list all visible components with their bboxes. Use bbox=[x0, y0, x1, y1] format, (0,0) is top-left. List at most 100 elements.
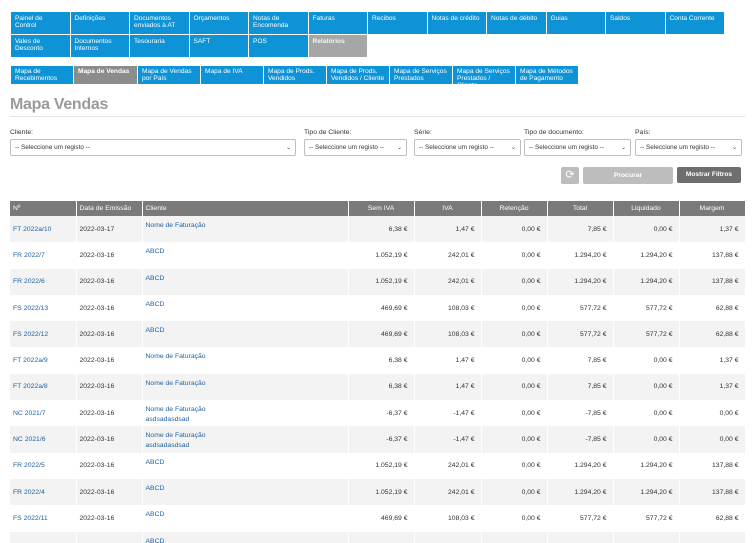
tab-mapa-de-vendas-por-pais[interactable]: Mapa de Vendas por País bbox=[138, 66, 200, 84]
tab-mapa-de-metodos-de-pagamento[interactable]: Mapa de Métodos de Pagamento bbox=[516, 66, 578, 84]
client-cell[interactable]: ABCD bbox=[142, 321, 349, 348]
document-number-link[interactable]: FT 2022a/8 bbox=[10, 373, 77, 401]
client-cell[interactable]: Nome de Faturação asdsadasdsad bbox=[142, 426, 349, 453]
nav-item-recibos[interactable]: Recibos bbox=[368, 12, 428, 34]
client-cell[interactable]: Nome de Faturação bbox=[142, 347, 349, 374]
client-name[interactable]: ABCD bbox=[146, 247, 345, 257]
client-name[interactable]: Nome de Faturação bbox=[146, 352, 345, 362]
mostrar-filtros-button[interactable]: Mostrar Filtros bbox=[677, 167, 741, 183]
tab-mapa-de-prods-vendidos-cliente[interactable]: Mapa de Prods. Vendidos / Cliente bbox=[327, 66, 389, 84]
document-number-link[interactable]: FR 2022/7 bbox=[10, 242, 77, 269]
cliente-select[interactable]: -- Seleccione um registo -- ⌄ bbox=[10, 139, 296, 156]
column-header-iva[interactable]: IVA bbox=[414, 201, 482, 216]
column-header-data-de-emissao[interactable]: Data de Emissão bbox=[76, 201, 143, 216]
pais-select[interactable]: -- Seleccione um registo -- ⌄ bbox=[635, 139, 742, 156]
table-row[interactable]: NC 2021/7 2022-03-16 Nome de Faturação asds… bbox=[10, 400, 746, 427]
nav-item-conta-corrente[interactable]: Conta Corrente bbox=[665, 12, 725, 34]
tab-mapa-de-servicos-prestados[interactable]: Mapa de Serviços Prestados bbox=[390, 66, 452, 84]
table-row[interactable]: NC 2021/6 2022-03-16 Nome de Faturação asds… bbox=[10, 426, 746, 453]
table-row[interactable]: FS 2022/12 2022-03-16 ABCD 469,69 €108,03 €… bbox=[10, 321, 746, 348]
nav-item-guias[interactable]: Guias bbox=[546, 12, 606, 34]
client-name[interactable]: ABCD bbox=[146, 326, 345, 336]
table-row[interactable]: ABCD bbox=[10, 531, 746, 543]
table-row[interactable]: FS 2022/13 2022-03-16 ABCD 469,69 €108,03 €… bbox=[10, 294, 746, 322]
client-name[interactable]: ABCD bbox=[146, 300, 345, 310]
client-name[interactable]: ABCD bbox=[146, 537, 345, 543]
document-number-link[interactable]: FR 2022/6 bbox=[10, 268, 77, 295]
table-row[interactable]: FT 2022a/9 2022-03-16 Nome de Faturação 6,3… bbox=[10, 347, 746, 374]
client-name[interactable]: ABCD bbox=[146, 510, 345, 520]
liquidado-cell: 577,72 € bbox=[613, 294, 680, 322]
serie-select[interactable]: -- Seleccione um registo -- ⌄ bbox=[414, 139, 521, 156]
column-header-retencao[interactable]: Retenção bbox=[481, 201, 548, 216]
tab-mapa-de-iva[interactable]: Mapa de IVA bbox=[201, 66, 263, 84]
document-number-link[interactable]: NC 2021/7 bbox=[10, 400, 77, 427]
nav-item-faturas[interactable]: Faturas bbox=[308, 12, 368, 34]
table-row[interactable]: FR 2022/6 2022-03-16 ABCD 1.052,19 €242,01 … bbox=[10, 268, 746, 295]
nav-item-saldos[interactable]: Saldos bbox=[606, 12, 666, 34]
column-header-n[interactable]: Nº bbox=[10, 201, 77, 216]
nav-item-relatorios[interactable]: Relatórios bbox=[308, 35, 368, 57]
nav-item-documentos-internos[interactable]: Documentos Internos bbox=[70, 35, 130, 57]
tab-mapa-de-prods-vendidos[interactable]: Mapa de Prods. Vendidos bbox=[264, 66, 326, 84]
document-number-link[interactable]: FS 2022/13 bbox=[10, 294, 77, 322]
tab-mapa-de-servicos-prestados-cliente[interactable]: Mapa de Serviços Prestados / Cliente bbox=[453, 66, 515, 84]
table-row[interactable]: FR 2022/5 2022-03-16 ABCD 1.052,19 €242,01 … bbox=[10, 452, 746, 479]
document-number-link[interactable]: FR 2022/4 bbox=[10, 478, 77, 506]
client-cell[interactable]: ABCD bbox=[142, 452, 349, 479]
document-number-link[interactable]: NC 2021/6 bbox=[10, 426, 77, 453]
client-name[interactable]: ABCD bbox=[146, 274, 345, 284]
client-name[interactable]: ABCD bbox=[146, 458, 345, 468]
client-name[interactable]: ABCD bbox=[146, 484, 345, 494]
table-row[interactable]: FR 2022/4 2022-03-16 ABCD 1.052,19 €242,01 … bbox=[10, 478, 746, 506]
nav-item-painel-de-control[interactable]: Painel de Control bbox=[11, 12, 71, 34]
client-cell[interactable]: Nome de Faturação asdsadasdsad bbox=[142, 400, 349, 427]
client-name[interactable]: Nome de Faturação bbox=[146, 379, 345, 389]
client-name[interactable]: Nome de Faturação bbox=[146, 405, 345, 415]
client-cell[interactable]: ABCD bbox=[142, 478, 349, 506]
client-cell[interactable]: ABCD bbox=[142, 531, 349, 543]
client-cell[interactable]: ABCD bbox=[142, 268, 349, 295]
column-header-margem[interactable]: Margem bbox=[679, 201, 746, 216]
table-row[interactable]: FT 2022a/8 2022-03-16 Nome de Faturação 6,3… bbox=[10, 373, 746, 401]
client-name[interactable]: Nome de Faturação bbox=[146, 221, 345, 231]
client-cell[interactable]: Nome de Faturação bbox=[142, 216, 349, 243]
tipo-cliente-select[interactable]: -- Seleccione um registo -- ⌄ bbox=[304, 139, 407, 156]
column-header-cliente[interactable]: Cliente bbox=[142, 201, 349, 216]
document-number-link[interactable]: FS 2022/11 bbox=[10, 505, 77, 532]
column-header-liquidado[interactable]: Liquidado bbox=[613, 201, 680, 216]
nav-item-notas-de-encomenda[interactable]: Notas de Encomenda bbox=[249, 12, 309, 34]
nav-item-saft[interactable]: SAFT bbox=[189, 35, 249, 57]
title-divider bbox=[10, 116, 745, 117]
nav-item-tesouraria[interactable]: Tesouraria bbox=[130, 35, 190, 57]
client-name[interactable]: Nome de Faturação bbox=[146, 431, 345, 441]
procurar-button[interactable]: Procurar bbox=[583, 167, 673, 184]
document-number-link[interactable]: FT 2022a/9 bbox=[10, 347, 77, 374]
tab-mapa-de-recebimentos[interactable]: Mapa de Recebimentos bbox=[11, 66, 73, 84]
chevron-down-icon: ⌄ bbox=[620, 145, 626, 151]
client-cell[interactable]: ABCD bbox=[142, 505, 349, 532]
document-number-link[interactable]: FT 2022a/10 bbox=[10, 216, 77, 243]
client-cell[interactable]: Nome de Faturação bbox=[142, 373, 349, 401]
column-header-total[interactable]: Total bbox=[547, 201, 614, 216]
client-cell[interactable]: ABCD bbox=[142, 242, 349, 269]
table-row[interactable]: FR 2022/7 2022-03-16 ABCD 1.052,19 €242,01 … bbox=[10, 242, 746, 269]
nav-item-definicoes[interactable]: Definições bbox=[70, 12, 130, 34]
document-number-link[interactable]: FR 2022/5 bbox=[10, 452, 77, 479]
nav-item-pos[interactable]: POS bbox=[249, 35, 309, 57]
table-row[interactable]: FS 2022/11 2022-03-16 ABCD 469,69 €108,03 €… bbox=[10, 505, 746, 532]
tab-mapa-de-vendas[interactable]: Mapa de Vendas bbox=[74, 66, 137, 84]
nav-item-notas-de-credito[interactable]: Notas de crédito bbox=[427, 12, 487, 34]
column-header-sem-iva[interactable]: Sem IVA bbox=[348, 201, 415, 216]
nav-item-vales-de-desconto[interactable]: Vales de Desconto bbox=[11, 35, 71, 57]
table-row[interactable]: FT 2022a/10 2022-03-17 Nome de Faturação 6,… bbox=[10, 216, 746, 243]
document-number-link[interactable]: FS 2022/12 bbox=[10, 321, 77, 348]
document-number-link[interactable] bbox=[10, 531, 77, 543]
nav-item-orcamentos[interactable]: Orçamentos bbox=[189, 12, 249, 34]
nav-item-documentos-enviados-a-at[interactable]: Documentos enviados à AT bbox=[130, 12, 190, 34]
nav-item-notas-de-debito[interactable]: Notas de débito bbox=[487, 12, 547, 34]
refresh-button[interactable]: ⟳ bbox=[561, 167, 579, 184]
liquidado-cell: 1.294,20 € bbox=[613, 452, 680, 479]
tipo-documento-select[interactable]: -- Seleccione um registo -- ⌄ bbox=[524, 139, 631, 156]
client-cell[interactable]: ABCD bbox=[142, 294, 349, 322]
